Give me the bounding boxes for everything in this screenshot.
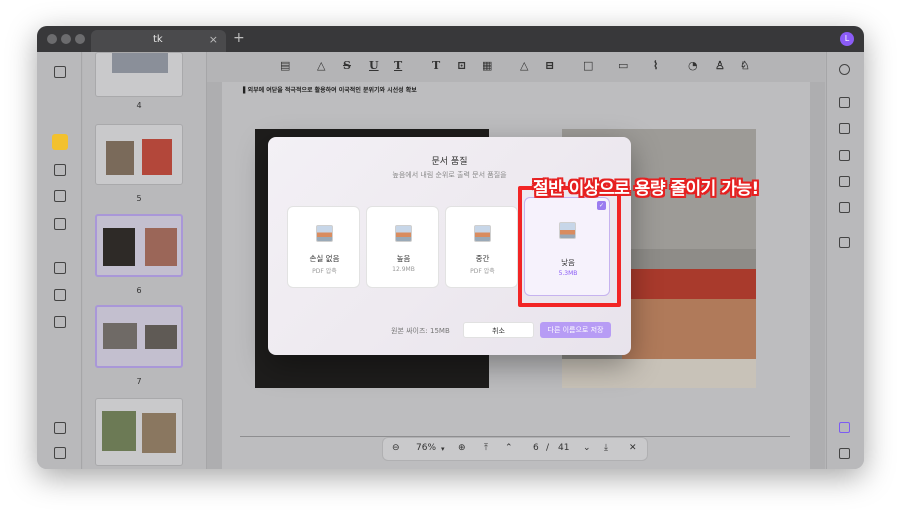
pen-icon[interactable]: △	[520, 59, 528, 72]
tab-close-icon[interactable]: ×	[209, 33, 218, 46]
page-navigation-bar: ⊖ 76% ▾ ⊕ ⤒ ⌃ 6 / 41 ⌄ ⤓ ✕	[382, 437, 648, 461]
thumbnail-page-5[interactable]	[95, 124, 183, 185]
image-icon	[474, 225, 491, 242]
form-icon[interactable]	[54, 190, 66, 202]
right-tool-sidebar	[826, 52, 864, 469]
save-as-button[interactable]: 다른 이름으로 저장	[540, 322, 611, 338]
original-size-label: 원본 싸이즈: 15MB	[391, 327, 450, 335]
last-page-icon[interactable]: ⤓	[604, 443, 608, 453]
signature-icon[interactable]: ♘	[740, 59, 750, 72]
total-pages: 41	[558, 443, 570, 453]
page-number: 6	[136, 286, 142, 295]
option-name: 손실 없음	[309, 254, 340, 263]
share-icon[interactable]	[839, 176, 850, 187]
squiggly-icon[interactable]: T	[394, 59, 402, 72]
page-number: 4	[136, 101, 142, 110]
option-name: 높음	[396, 254, 411, 263]
highlight-frame	[518, 186, 621, 307]
page-separator: /	[546, 443, 550, 453]
image-icon	[395, 225, 412, 242]
quality-option-medium[interactable]: 중간 PDF 압축	[445, 206, 518, 288]
convert-icon[interactable]	[54, 316, 66, 328]
zoom-out-icon[interactable]: ⊖	[392, 443, 400, 453]
minimize-window-button[interactable]	[61, 34, 71, 44]
dialog-title: 문서 품질	[431, 157, 468, 167]
ai-assistant-icon[interactable]	[839, 422, 850, 433]
zoom-in-icon[interactable]: ⊕	[458, 443, 466, 453]
titlebar: tk × + L	[37, 26, 864, 52]
protect-icon[interactable]	[54, 218, 66, 230]
zoom-level[interactable]: 76%	[416, 443, 436, 453]
save-icon[interactable]	[839, 237, 850, 248]
previous-page-icon[interactable]: ⌃	[505, 443, 513, 453]
tab-title: tk	[153, 34, 163, 45]
new-tab-button[interactable]: +	[233, 31, 245, 45]
first-page-icon[interactable]: ⤒	[484, 443, 488, 453]
convert-pdf-icon[interactable]	[839, 123, 850, 134]
organize-pages-icon[interactable]	[54, 262, 66, 274]
email-icon[interactable]	[839, 202, 850, 213]
zoom-window-button[interactable]	[75, 34, 85, 44]
eraser-icon[interactable]: ⊟	[545, 59, 554, 72]
ocr-icon[interactable]	[839, 97, 850, 108]
left-tool-sidebar	[37, 52, 82, 469]
thumbnail-panel: 4 5 6 7	[83, 52, 207, 469]
cancel-button[interactable]: 취소	[463, 322, 534, 338]
stamp-icon[interactable]: ♙	[715, 59, 725, 72]
quality-option-high[interactable]: 높음 12.9MB	[366, 206, 439, 288]
thumbnail-page-7[interactable]	[95, 305, 183, 368]
option-size: PDF 압축	[470, 268, 495, 275]
page-number: 7	[136, 377, 142, 386]
quality-option-lossless[interactable]: 손실 없음 PDF 압축	[287, 206, 360, 288]
app-window: tk × + L 4 5 6 7 ▤ △ S U T T ⊡ ▦ △ ⊟ □ ▭…	[37, 26, 864, 469]
annotation-toolbar	[207, 52, 825, 82]
close-nav-icon[interactable]: ✕	[629, 443, 637, 453]
image-icon	[316, 225, 333, 242]
thumbnail-page-4[interactable]	[95, 52, 183, 97]
crop-icon[interactable]	[54, 289, 66, 301]
textbox-icon[interactable]: ⊡	[457, 59, 466, 72]
reader-icon[interactable]	[54, 66, 66, 78]
thumbnail-page-8[interactable]	[95, 398, 183, 466]
option-size: 12.9MB	[392, 266, 415, 273]
current-page-input[interactable]: 6	[533, 443, 539, 453]
close-window-button[interactable]	[47, 34, 57, 44]
measure-icon[interactable]: ▭	[618, 59, 628, 72]
comment-mode-icon[interactable]	[52, 134, 68, 150]
protect-pdf-icon[interactable]	[839, 150, 850, 161]
highlighter-icon[interactable]: △	[317, 59, 325, 72]
attachment-icon[interactable]: ⌇	[653, 59, 658, 72]
underline-icon[interactable]: U	[369, 59, 379, 72]
annotation-callout: 절반 이상으로 용량 줄이기 가능!	[533, 179, 759, 199]
chevron-down-icon[interactable]: ▾	[441, 445, 445, 453]
document-tab[interactable]: tk ×	[91, 30, 226, 52]
sticker-icon[interactable]: ◔	[688, 59, 698, 72]
page-number: 5	[136, 194, 142, 203]
bookmark-icon[interactable]	[54, 447, 66, 459]
text-icon[interactable]: T	[432, 59, 440, 72]
note-icon[interactable]: ▦	[482, 59, 492, 72]
comments-panel-icon[interactable]	[839, 448, 850, 459]
edit-icon[interactable]	[54, 164, 66, 176]
comment-icon[interactable]: ▤	[280, 59, 290, 72]
strikethrough-icon[interactable]: S	[343, 59, 351, 72]
layers-icon[interactable]	[54, 422, 66, 434]
option-size: PDF 압축	[312, 268, 337, 275]
avatar[interactable]: L	[840, 32, 854, 46]
search-icon[interactable]	[839, 64, 850, 75]
thumbnail-page-6[interactable]	[95, 214, 183, 277]
shape-icon[interactable]: □	[583, 59, 593, 72]
page-heading: ▌외부에 여닫을 적극적으로 활용하여 이국적인 분위기와 시선성 확보	[243, 87, 417, 94]
next-page-icon[interactable]: ⌄	[583, 443, 591, 453]
option-name: 중간	[475, 254, 490, 263]
